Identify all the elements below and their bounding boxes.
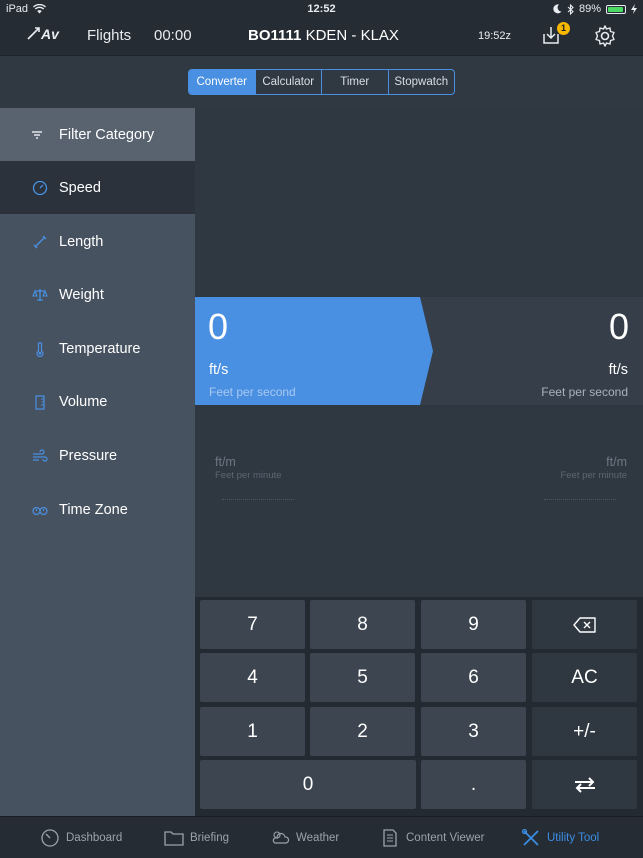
tab-weather[interactable]: Weather [270, 829, 339, 847]
sidebar-item-time-zone[interactable]: Time Zone [0, 483, 195, 536]
converter-header-area [195, 108, 643, 297]
from-value: 0 [208, 306, 229, 347]
sidebar-item-weight[interactable]: Weight [0, 268, 195, 321]
key-decimal[interactable]: . [421, 760, 526, 809]
moon-icon [553, 4, 562, 14]
zulu-time: 19:52z [478, 30, 512, 42]
sidebar-item-label: Temperature [59, 340, 141, 357]
battery-percent: 89% [578, 3, 601, 15]
to-unit-name: Feet per second [541, 385, 628, 399]
sidebar-item-pressure[interactable]: Pressure [0, 429, 195, 482]
folder-icon [164, 831, 184, 846]
sign-toggle-button[interactable]: +/- [532, 707, 637, 756]
segment-timer[interactable]: Timer [321, 70, 388, 94]
to-unit: ft/s [608, 362, 628, 378]
keypad: 7 8 9 4 5 6 AC 1 2 3 +/- 0 . [195, 597, 643, 816]
key-1[interactable]: 1 [200, 707, 305, 756]
tab-dashboard[interactable]: Dashboard [40, 829, 122, 847]
weather-cloud-icon [272, 831, 290, 844]
sidebar-item-length[interactable]: Length [0, 215, 195, 268]
picker-left-unit-name: Feet per minute [215, 470, 282, 481]
status-bar: iPad 12:52 89% [0, 0, 643, 18]
tab-label: Utility Tool [547, 832, 600, 844]
tools-icon [521, 829, 539, 846]
filter-icon [32, 130, 42, 139]
sidebar-item-temperature[interactable]: Temperature [0, 322, 195, 375]
key-8[interactable]: 8 [310, 600, 415, 649]
to-value: 0 [608, 306, 629, 347]
speedometer-icon [32, 180, 48, 195]
plane-arrow-icon [27, 27, 40, 40]
filter-category-label: Filter Category [59, 126, 155, 143]
sidebar-item-speed[interactable]: Speed [0, 161, 195, 214]
flight-timer[interactable]: 00:00 [154, 27, 192, 44]
download-badge: 1 [557, 22, 570, 35]
key-5[interactable]: 5 [310, 653, 415, 702]
key-2[interactable]: 2 [310, 707, 415, 756]
segment-stopwatch[interactable]: Stopwatch [387, 70, 455, 94]
ruler-diagonal-icon [33, 235, 47, 248]
tab-label: Weather [296, 832, 340, 844]
logo-text: Av [41, 26, 59, 42]
from-unit: ft/s [209, 362, 229, 378]
sidebar-item-label: Length [59, 233, 104, 250]
swap-units-button[interactable] [532, 760, 637, 809]
sidebar-item-label: Weight [59, 286, 104, 303]
tab-briefing[interactable]: Briefing [164, 829, 229, 847]
beaker-icon [35, 394, 45, 410]
segment-converter[interactable]: Converter [189, 70, 255, 94]
globe-icon [32, 506, 48, 515]
dashboard-gauge-icon [41, 829, 59, 847]
tab-bar: Dashboard Briefing Weather Content Viewe… [0, 816, 643, 858]
picker-left-next-item [222, 499, 294, 504]
filter-category-header[interactable]: Filter Category [0, 108, 195, 161]
bluetooth-icon [567, 3, 574, 15]
tab-label: Dashboard [66, 832, 123, 844]
picker-right-next-item [544, 499, 616, 504]
sidebar-item-label: Time Zone [59, 501, 128, 518]
gear-icon[interactable] [593, 24, 617, 48]
tab-label: Briefing [190, 832, 229, 844]
key-6[interactable]: 6 [421, 653, 526, 702]
sidebar-item-label: Speed [59, 179, 101, 196]
key-0[interactable]: 0 [200, 760, 416, 809]
key-7[interactable]: 7 [200, 600, 305, 649]
tab-content-viewer[interactable]: Content Viewer [380, 829, 484, 847]
clear-button[interactable]: AC [532, 653, 637, 702]
scale-icon [32, 288, 48, 301]
key-9[interactable]: 9 [421, 600, 526, 649]
document-icon [383, 829, 397, 847]
flight-number: BO1111 [248, 27, 302, 44]
flight-info[interactable]: BO1111 KDEN - KLAX [248, 27, 399, 44]
status-time: 12:52 [307, 3, 336, 15]
picker-right-unit[interactable]: ft/m [606, 455, 627, 469]
tab-label: Content Viewer [406, 832, 485, 844]
backspace-icon [572, 617, 596, 633]
swap-arrows-icon [574, 777, 595, 793]
backspace-button[interactable] [532, 600, 637, 649]
app-logo[interactable]: Av [27, 26, 59, 42]
thermometer-icon [36, 341, 44, 357]
flight-route: KDEN - KLAX [305, 27, 399, 44]
key-3[interactable]: 3 [421, 707, 526, 756]
wind-icon [33, 448, 48, 462]
mode-bar: Converter Calculator Timer Stopwatch [0, 55, 643, 108]
picker-left-unit[interactable]: ft/m [215, 455, 236, 469]
sidebar-item-volume[interactable]: Volume [0, 375, 195, 428]
app-root: iPad 12:52 89% Av Flights 00:00 BO1111 K… [0, 0, 643, 858]
category-sidebar: Filter Category Speed Length Weight Temp… [0, 108, 195, 816]
tab-utility-tool[interactable]: Utility Tool [521, 829, 599, 847]
nav-bar: Av Flights 00:00 BO1111 KDEN - KLAX 19:5… [0, 18, 643, 55]
charging-bolt-icon [631, 4, 637, 14]
sidebar-item-label: Pressure [59, 447, 118, 464]
flights-button[interactable]: Flights [87, 27, 131, 44]
key-4[interactable]: 4 [200, 653, 305, 702]
from-unit-name: Feet per second [209, 385, 296, 399]
mode-segmented-control: Converter Calculator Timer Stopwatch [188, 69, 455, 95]
battery-icon [606, 4, 626, 14]
sidebar-item-label: Volume [59, 393, 108, 410]
segment-calculator[interactable]: Calculator [254, 70, 322, 94]
picker-right-unit-name: Feet per minute [560, 470, 627, 481]
